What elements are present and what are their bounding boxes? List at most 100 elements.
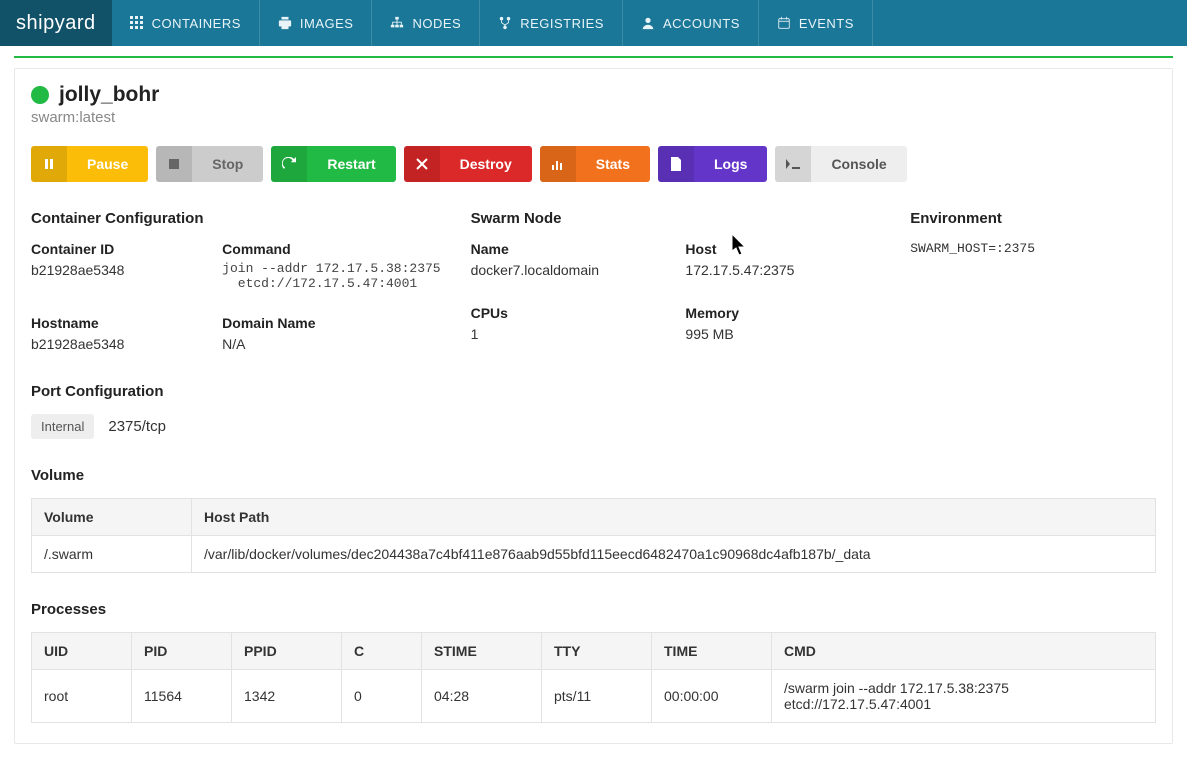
status-dot [31,86,49,104]
swarm-host-label: Host [685,241,880,257]
hostname-value: b21928ae5348 [31,335,202,355]
table-cell: /swarm join --addr 172.17.5.38:2375 etcd… [772,669,1156,722]
nav-label: EVENTS [799,16,854,31]
table-header: TTY [542,632,652,669]
sitemap-icon [390,16,404,30]
nav-events[interactable]: EVENTS [759,0,873,46]
table-cell: pts/11 [542,669,652,722]
table-cell: 11564 [132,669,232,722]
title-row: jolly_bohr [31,83,1156,107]
domain-label: Domain Name [222,315,440,331]
section-title: Processes [31,601,1156,618]
print-icon [278,16,292,30]
nav-accounts[interactable]: ACCOUNTS [623,0,759,46]
table-header: PID [132,632,232,669]
domain-value: N/A [222,335,440,355]
button-label: Destroy [440,146,532,182]
nav-containers[interactable]: CONTAINERS [112,0,260,46]
env-entry: SWARM_HOST=:2375 [910,241,1156,256]
section-title: Container Configuration [31,210,441,227]
section-title: Volume [31,467,1156,484]
table-header: Host Path [192,498,1156,535]
table-header: C [342,632,422,669]
command-value: join --addr 172.17.5.38:2375 etcd://172.… [222,261,440,291]
container-name: jolly_bohr [59,83,159,107]
logs-button[interactable]: Logs [658,146,767,182]
volume-table: Volume Host Path /.swarm /var/lib/docker… [31,498,1156,573]
nav-images[interactable]: IMAGES [260,0,373,46]
top-nav: shipyard CONTAINERS IMAGES NODES REGISTR… [0,0,1187,46]
image-tag: swarm:latest [31,109,1156,126]
container-id-label: Container ID [31,241,202,257]
button-label: Stats [576,146,650,182]
button-label: Logs [694,146,767,182]
swarm-host-value: 172.17.5.47:2375 [685,261,880,281]
button-label: Restart [307,146,395,182]
nav-label: REGISTRIES [520,16,604,31]
table-cell: /.swarm [32,535,192,572]
section-title: Port Configuration [31,383,1156,400]
brand-logo[interactable]: shipyard [0,0,112,46]
chart-icon [540,146,576,182]
volume-section: Volume Volume Host Path /.swarm /var/lib… [31,467,1156,573]
table-cell: /var/lib/docker/volumes/dec204438a7c4bf4… [192,535,1156,572]
table-cell: root [32,669,132,722]
table-header: UID [32,632,132,669]
pause-icon [31,146,67,182]
swarm-memory-label: Memory [685,305,880,321]
section-title: Swarm Node [471,210,881,227]
grid-icon [130,16,144,30]
table-header: PPID [232,632,342,669]
swarm-cpus-value: 1 [471,325,666,345]
swarm-name-value: docker7.localdomain [471,261,666,281]
refresh-icon [271,146,307,182]
hostname-label: Hostname [31,315,202,331]
command-label: Command [222,241,440,257]
nav-nodes[interactable]: NODES [372,0,480,46]
swarm-name-label: Name [471,241,666,257]
nav-label: IMAGES [300,16,354,31]
table-cell: 1342 [232,669,342,722]
pause-button[interactable]: Pause [31,146,148,182]
swarm-memory-value: 995 MB [685,325,880,345]
port-config-section: Port Configuration Internal 2375/tcp [31,383,1156,439]
nav-label: NODES [412,16,461,31]
table-header: STIME [422,632,542,669]
stop-icon [156,146,192,182]
fork-icon [498,16,512,30]
port-badge: Internal [31,414,94,439]
close-icon [404,146,440,182]
table-cell: 0 [342,669,422,722]
table-row: /.swarm /var/lib/docker/volumes/dec20443… [32,535,1156,572]
nav-registries[interactable]: REGISTRIES [480,0,623,46]
stats-button[interactable]: Stats [540,146,650,182]
processes-section: Processes UID PID PPID C STIME TTY TIME … [31,601,1156,723]
action-buttons: Pause Stop Restart Destroy Stats Logs [31,146,1156,182]
processes-table: UID PID PPID C STIME TTY TIME CMD root 1… [31,632,1156,723]
nav-label: CONTAINERS [152,16,241,31]
console-button[interactable]: Console [775,146,906,182]
user-icon [641,16,655,30]
container-id-value: b21928ae5348 [31,261,202,281]
terminal-icon [775,146,811,182]
destroy-button[interactable]: Destroy [404,146,532,182]
button-label: Pause [67,146,148,182]
environment-section: Environment SWARM_HOST=:2375 [910,210,1156,355]
nav-items: CONTAINERS IMAGES NODES REGISTRIES ACCOU… [112,0,873,46]
table-header: TIME [652,632,772,669]
calendar-icon [777,16,791,30]
button-label: Console [811,146,906,182]
nav-label: ACCOUNTS [663,16,740,31]
swarm-cpus-label: CPUs [471,305,666,321]
swarm-node-section: Swarm Node Name docker7.localdomain Host… [471,210,881,355]
container-config-section: Container Configuration Container ID b21… [31,210,441,355]
section-title: Environment [910,210,1156,227]
port-value: 2375/tcp [108,418,166,435]
restart-button[interactable]: Restart [271,146,395,182]
stop-button[interactable]: Stop [156,146,263,182]
table-cell: 04:28 [422,669,542,722]
file-icon [658,146,694,182]
container-detail-card: jolly_bohr swarm:latest Pause Stop Resta… [14,68,1173,744]
button-label: Stop [192,146,263,182]
table-row: root 11564 1342 0 04:28 pts/11 00:00:00 … [32,669,1156,722]
